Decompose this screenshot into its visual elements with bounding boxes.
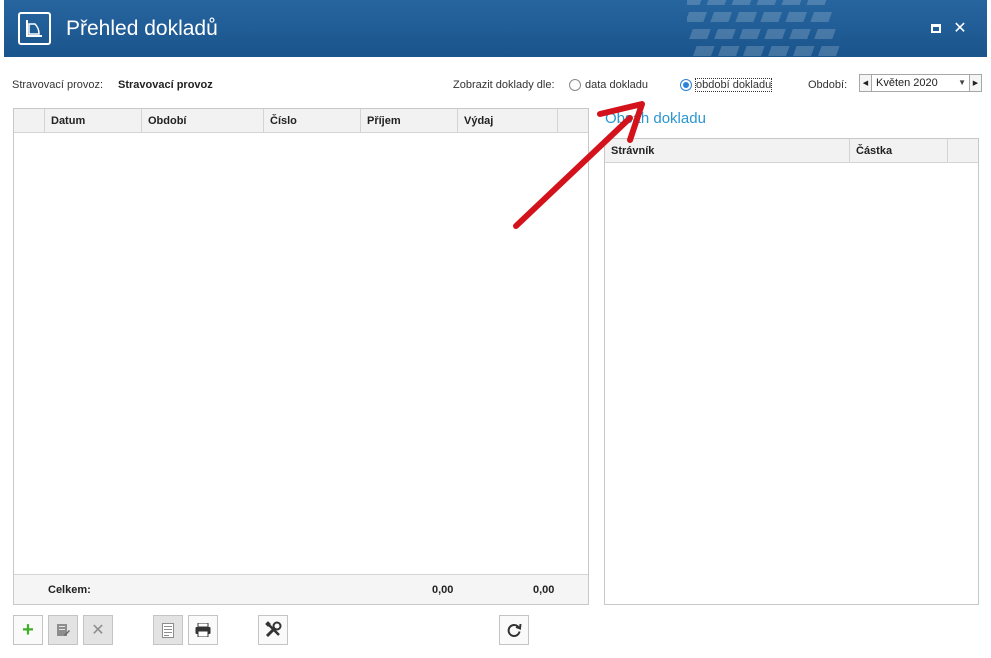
total-vydaj: 0,00: [533, 584, 555, 596]
delete-icon: ✕: [91, 622, 105, 639]
delete-button[interactable]: ✕: [83, 615, 113, 645]
column-header-stravnik[interactable]: Strávník: [605, 139, 850, 162]
document-button[interactable]: [153, 615, 183, 645]
radio-date-circle[interactable]: [569, 79, 581, 91]
column-header-vydaj[interactable]: Výdaj: [458, 109, 558, 132]
document-icon: [162, 622, 174, 638]
document-chart-icon: [18, 12, 51, 45]
row-selector-header: [14, 109, 45, 132]
prev-period-button[interactable]: ◀: [859, 74, 872, 92]
refresh-button[interactable]: [499, 615, 529, 645]
radio-period[interactable]: období dokladu: [680, 78, 773, 92]
documents-grid-header: Datum Období Číslo Příjem Výdaj: [14, 109, 588, 133]
close-icon[interactable]: ✕: [950, 18, 970, 38]
print-icon: [195, 623, 211, 637]
radio-period-circle[interactable]: [680, 79, 692, 91]
document-content-grid[interactable]: Strávník Částka: [604, 138, 979, 605]
filter-bar: Stravovací provoz: Stravovací provoz Zob…: [0, 76, 991, 96]
next-period-button[interactable]: ▶: [969, 74, 982, 92]
edit-icon: [57, 624, 70, 636]
period-value: Květen 2020: [876, 77, 938, 89]
radio-date-label[interactable]: data dokladu: [585, 79, 648, 91]
column-header-datum[interactable]: Datum: [45, 109, 142, 132]
documents-grid[interactable]: Datum Období Číslo Příjem Výdaj Celkem: …: [13, 108, 589, 605]
total-label: Celkem:: [48, 584, 91, 596]
refresh-icon: [507, 623, 522, 637]
window-title: Přehled dokladů: [66, 17, 218, 40]
column-header-castka[interactable]: Částka: [850, 139, 948, 162]
tools-icon: [265, 621, 282, 638]
add-button[interactable]: +: [13, 615, 43, 645]
radio-date[interactable]: data dokladu: [569, 79, 648, 91]
section-title-obsah: Obsah dokladu: [605, 110, 706, 127]
column-header-cislo[interactable]: Číslo: [264, 109, 361, 132]
maximize-icon[interactable]: [926, 18, 946, 38]
chevron-down-icon[interactable]: ▼: [958, 78, 966, 87]
print-button[interactable]: [188, 615, 218, 645]
tools-button[interactable]: [258, 615, 288, 645]
add-icon: +: [22, 619, 34, 641]
column-header-obdobi[interactable]: Období: [142, 109, 264, 132]
title-bar: Přehled dokladů ✕: [4, 0, 987, 57]
period-selector[interactable]: ◀ Květen 2020 ▼ ▶: [859, 74, 982, 92]
titlebar-pattern: [687, 0, 840, 56]
period-label: Období:: [808, 79, 848, 91]
content-grid-header: Strávník Částka: [605, 139, 978, 163]
column-header-prijem[interactable]: Příjem: [361, 109, 458, 132]
provoz-value: Stravovací provoz: [118, 79, 213, 91]
total-prijem: 0,00: [432, 584, 454, 596]
radio-period-label[interactable]: období dokladu: [694, 78, 773, 92]
show-by-label: Zobrazit doklady dle:: [453, 79, 555, 91]
provoz-label: Stravovací provoz:: [12, 79, 104, 91]
documents-grid-footer: Celkem: 0,00 0,00: [14, 574, 588, 604]
period-dropdown[interactable]: Květen 2020 ▼: [872, 74, 969, 92]
edit-button[interactable]: [48, 615, 78, 645]
